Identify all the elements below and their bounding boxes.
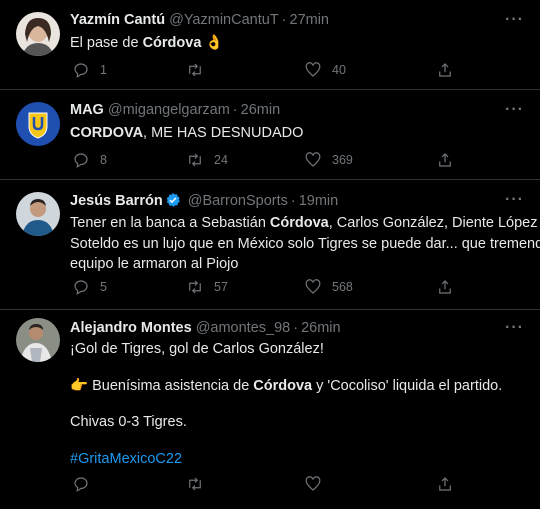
tweet[interactable]: Jesús Barrón @BarronSports · 19min ··· Ten…	[0, 180, 540, 310]
retweet-icon	[189, 63, 201, 77]
share-button[interactable]	[436, 61, 454, 79]
retweet-button[interactable]: 24	[186, 151, 228, 169]
retweet-button[interactable]	[186, 61, 214, 79]
retweet-icon	[189, 280, 201, 294]
retweet-icon	[189, 153, 201, 167]
separator-dot: ·	[290, 193, 296, 209]
tweet-text: CORDOVA, ME HAS DESNUDADO	[70, 123, 522, 144]
more-options-icon[interactable]: ···	[505, 319, 524, 337]
heart-icon	[305, 476, 321, 491]
hashtag-link[interactable]: #GritaMexicoC22	[70, 451, 182, 467]
display-name[interactable]: Yazmín Cantú	[70, 12, 165, 28]
timestamp[interactable]: 27min	[290, 12, 330, 28]
reply-icon	[74, 63, 88, 78]
text-line: Soteldo es un lujo que en México solo Ti…	[70, 235, 540, 252]
reply-icon	[74, 153, 88, 168]
reply-count: 5	[100, 280, 107, 294]
share-icon	[439, 153, 451, 167]
pointing-hand-emoji: 👉	[70, 377, 89, 394]
tweet-header: Yazmín Cantú @YazminCantuT · 27min	[70, 12, 500, 28]
tweet-actions: 5 57 568	[70, 278, 520, 298]
separator-dot: ·	[281, 12, 287, 28]
reply-icon	[74, 477, 88, 492]
like-button[interactable]	[304, 475, 332, 493]
text-line: ¡Gol de Tigres, gol de Carlos González!	[70, 341, 324, 357]
retweet-button[interactable]: 57	[186, 278, 228, 296]
user-handle[interactable]: @migangelgarzam	[108, 102, 230, 118]
ok-hand-emoji: 👌	[205, 35, 224, 51]
tweet-text: Tener en la banca a Sebastián Córdova, C…	[70, 213, 540, 275]
like-button[interactable]: 369	[304, 151, 353, 169]
like-button[interactable]: 40	[304, 61, 346, 79]
more-options-icon[interactable]: ···	[505, 11, 524, 29]
reply-icon	[74, 280, 88, 295]
retweet-icon	[189, 477, 201, 491]
tweet[interactable]: MAG @migangelgarzam · 26min ··· CORDOVA, M…	[0, 90, 540, 180]
retweet-count: 24	[214, 153, 228, 167]
tweet-header: MAG @migangelgarzam · 26min	[70, 102, 500, 118]
reply-button[interactable]	[72, 475, 100, 493]
text-segment: , ME HAS DESNUDADO	[143, 125, 304, 141]
reply-button[interactable]: 8	[72, 151, 107, 169]
tweet-header: Alejandro Montes @amontes_98 · 26min	[70, 320, 500, 336]
heart-icon	[305, 62, 321, 77]
like-count: 40	[332, 63, 346, 77]
share-button[interactable]	[436, 475, 454, 493]
more-options-icon[interactable]: ···	[505, 101, 524, 119]
text-segment: Buenísima asistencia de	[88, 377, 254, 394]
user-handle[interactable]: @YazminCantuT	[169, 12, 279, 28]
separator-dot: ·	[232, 102, 238, 118]
verified-badge-icon	[165, 192, 181, 212]
share-icon	[439, 63, 451, 77]
timestamp[interactable]: 26min	[301, 320, 341, 336]
text-segment: y 'Cocoliso' liquida el partido.	[312, 377, 503, 394]
tweet-actions: 1 40	[70, 61, 520, 81]
timestamp[interactable]: 19min	[299, 193, 339, 209]
share-icon	[439, 477, 451, 491]
heart-icon	[305, 279, 321, 294]
like-count: 369	[332, 153, 353, 167]
reply-button[interactable]: 5	[72, 278, 107, 296]
avatar[interactable]	[16, 192, 60, 236]
user-handle[interactable]: @BarronSports	[188, 193, 288, 209]
text-bold: Córdova	[253, 377, 313, 394]
tweet-text: El pase de Córdova 👌	[70, 33, 522, 54]
text-bold: Córdova	[269, 215, 329, 231]
share-icon	[439, 280, 451, 294]
text-segment: Tener en la banca a Sebastián	[70, 215, 270, 231]
avatar[interactable]	[16, 318, 60, 362]
like-count: 568	[332, 280, 353, 294]
tweet-actions: 8 24 369	[70, 151, 520, 171]
text-line: Chivas 0-3 Tigres.	[70, 414, 187, 430]
tweet[interactable]: Alejandro Montes @amontes_98 · 26min ··· ¡…	[0, 310, 540, 509]
display-name[interactable]: Jesús Barrón	[70, 193, 163, 209]
tweet-text: ¡Gol de Tigres, gol de Carlos González! …	[70, 339, 522, 469]
display-name[interactable]: MAG	[70, 102, 104, 118]
text-bold: CORDOVA	[70, 125, 144, 141]
heart-icon	[305, 152, 321, 167]
retweet-button[interactable]	[186, 475, 214, 493]
avatar[interactable]	[16, 12, 60, 56]
display-name[interactable]: Alejandro Montes	[70, 320, 192, 336]
avatar[interactable]	[16, 102, 60, 146]
tweet-header: Jesús Barrón @BarronSports · 19min	[70, 192, 500, 212]
text-segment: , Carlos González, Diente López y	[328, 215, 540, 231]
text-line: equipo le armaron al Piojo	[70, 256, 239, 272]
share-button[interactable]	[436, 278, 454, 296]
reply-count: 1	[100, 63, 107, 77]
reply-count: 8	[100, 153, 107, 167]
share-button[interactable]	[436, 151, 454, 169]
reply-button[interactable]: 1	[72, 61, 107, 79]
text-segment: El pase de	[70, 35, 143, 51]
tweet[interactable]: Yazmín Cantú @YazminCantuT · 27min ··· El …	[0, 0, 540, 90]
tweet-actions	[70, 475, 520, 495]
separator-dot: ·	[293, 320, 299, 336]
like-button[interactable]: 568	[304, 278, 353, 296]
more-options-icon[interactable]: ···	[505, 191, 524, 209]
timestamp[interactable]: 26min	[241, 102, 281, 118]
text-bold: Córdova	[142, 35, 202, 51]
user-handle[interactable]: @amontes_98	[196, 320, 291, 336]
retweet-count: 57	[214, 280, 228, 294]
